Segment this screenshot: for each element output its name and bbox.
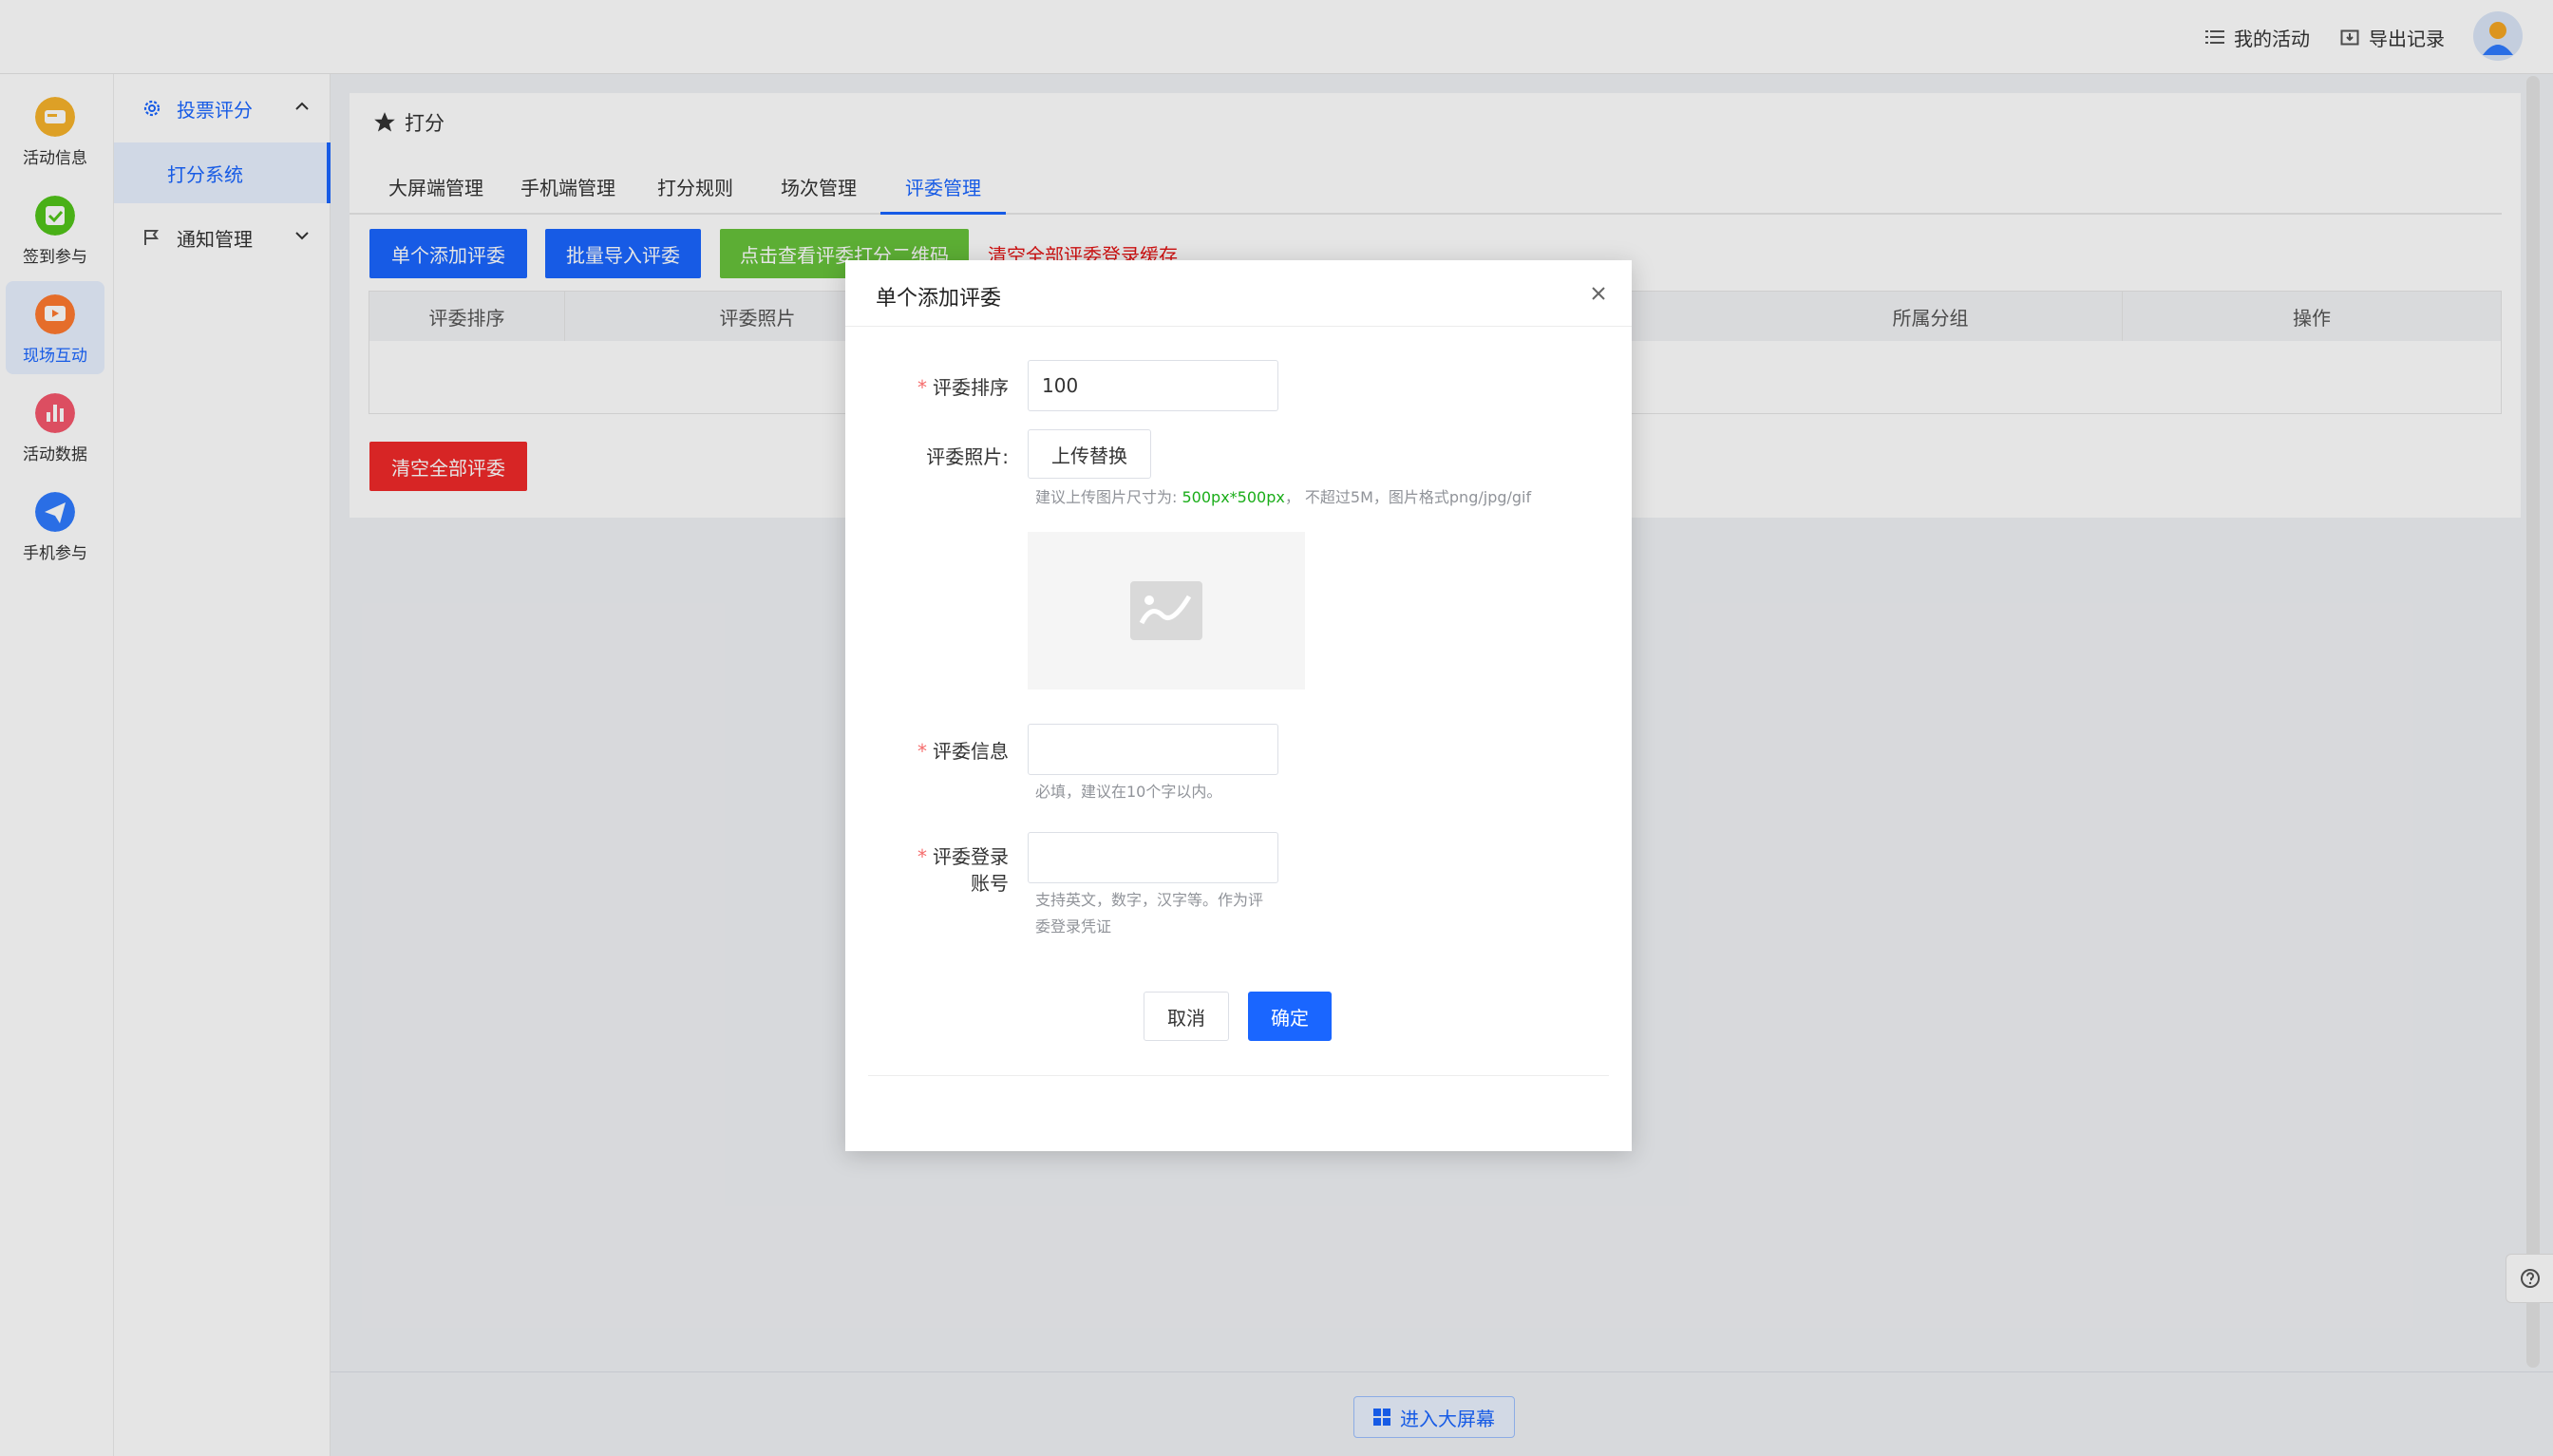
order-input[interactable] [1028,360,1278,411]
confirm-button[interactable]: 确定 [1248,992,1332,1041]
login-account-input[interactable] [1028,832,1278,883]
photo-label: 评委照片: [926,445,1009,468]
order-label: * 评委排序 [917,376,1009,399]
close-icon[interactable] [1586,281,1611,306]
info-label: * 评委信息 [917,740,1009,763]
upload-replace-button[interactable]: 上传替换 [1028,429,1151,479]
modal-header: 单个添加评委 [845,260,1632,327]
photo-preview [1028,532,1305,690]
judge-info-input[interactable] [1028,724,1278,775]
photo-hint: 建议上传图片尺寸为: 500px*500px， 不超过5M，图片格式png/jp… [1035,488,1532,506]
modal-title: 单个添加评委 [876,287,1002,311]
add-judge-modal: 单个添加评委 *评委排序 评委照片: 上传替换 建议上传图片尺寸为: 500px… [845,260,1632,1151]
account-label: * 评委登录 账号 [917,845,1009,895]
image-placeholder-icon [1130,581,1202,640]
info-hint: 必填，建议在10个字以内。 [1035,783,1222,801]
cancel-button[interactable]: 取消 [1144,992,1229,1041]
account-hint: 支持英文，数字，汉字等。作为评 委登录凭证 [1035,891,1264,936]
modal-footer-divider [868,1075,1609,1076]
